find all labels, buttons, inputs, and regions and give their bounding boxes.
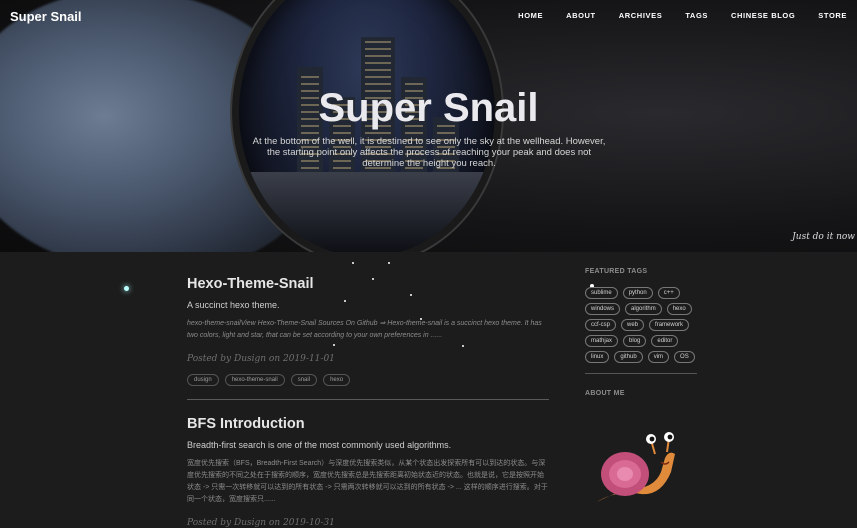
featured-tag[interactable]: hexo: [666, 303, 692, 315]
featured-tag[interactable]: sublime: [585, 287, 618, 299]
post-subtitle: A succinct hexo theme.: [187, 300, 280, 310]
site-brand[interactable]: Super Snail: [10, 9, 82, 24]
nav-archives[interactable]: ARCHIVES: [619, 11, 663, 20]
post-item[interactable]: BFS Introduction Breadth-first search is…: [187, 400, 549, 528]
featured-tag[interactable]: mathjax: [585, 335, 619, 347]
nav-about[interactable]: ABOUT: [566, 11, 596, 20]
hero-subtitle: At the bottom of the well, it is destine…: [252, 136, 606, 169]
nav-tags[interactable]: TAGS: [685, 11, 708, 20]
post-subtitle: Breadth-first search is one of the most …: [187, 440, 452, 450]
featured-tag[interactable]: web: [621, 319, 645, 331]
nav-chinese-blog[interactable]: CHINESE BLOG: [731, 11, 795, 20]
featured-tag[interactable]: github: [614, 351, 643, 363]
post-list: Hexo-Theme-Snail A succinct hexo theme. …: [187, 252, 549, 528]
featured-tag[interactable]: python: [622, 287, 653, 299]
nav-home[interactable]: HOME: [518, 11, 543, 20]
post-tag[interactable]: hexo-theme-snail: [224, 374, 285, 386]
sidebar-divider: [585, 373, 697, 374]
sidebar: FEATURED TAGS sublime python c++ windows…: [585, 252, 697, 502]
star-dot: [124, 286, 129, 291]
featured-tag[interactable]: c++: [657, 287, 680, 299]
post-excerpt: 宽度优先搜索（BFS，Breadth-First Search）与深度优先搜索类…: [187, 460, 548, 503]
about-me-heading: ABOUT ME: [585, 390, 625, 397]
post-title[interactable]: BFS Introduction: [187, 416, 549, 432]
nav-menu: HOME ABOUT ARCHIVES TAGS CHINESE BLOG ST…: [518, 11, 847, 20]
nav-store[interactable]: STORE: [818, 11, 847, 20]
navbar: Super Snail HOME ABOUT ARCHIVES TAGS CHI…: [0, 0, 857, 30]
post-tag[interactable]: snail: [290, 374, 318, 386]
featured-tag[interactable]: ccf-csp: [585, 319, 617, 331]
featured-tag[interactable]: windows: [585, 303, 621, 315]
featured-tag[interactable]: editor: [651, 335, 679, 347]
post-item[interactable]: Hexo-Theme-Snail A succinct hexo theme. …: [187, 252, 549, 386]
post-tags: dusign hexo-theme-snail snail hexo: [187, 374, 549, 386]
featured-tags-list: sublime python c++ windows algorithm hex…: [585, 287, 697, 363]
featured-tag[interactable]: framework: [649, 319, 690, 331]
featured-tag[interactable]: OS: [674, 351, 695, 363]
featured-tags-heading: FEATURED TAGS: [585, 268, 648, 275]
post-meta: Posted by Dusign on 2019-10-31: [187, 518, 335, 528]
hero-title: Super Snail: [318, 86, 539, 130]
featured-tag[interactable]: vim: [647, 351, 670, 363]
post-tag[interactable]: dusign: [187, 374, 219, 386]
snail-avatar-image: [597, 432, 675, 502]
signature-text: Just do it now: [792, 232, 855, 242]
post-excerpt: hexo-theme-snailView Hexo-Theme-Snail So…: [187, 320, 542, 339]
post-meta: Posted by Dusign on 2019-11-01: [187, 354, 335, 364]
featured-tag[interactable]: blog: [623, 335, 647, 347]
featured-tag[interactable]: linux: [585, 351, 610, 363]
featured-tag[interactable]: algorithm: [625, 303, 662, 315]
hero-header: Super Snail HOME ABOUT ARCHIVES TAGS CHI…: [0, 0, 857, 252]
post-tag[interactable]: hexo: [323, 374, 351, 386]
post-title[interactable]: Hexo-Theme-Snail: [187, 276, 549, 292]
